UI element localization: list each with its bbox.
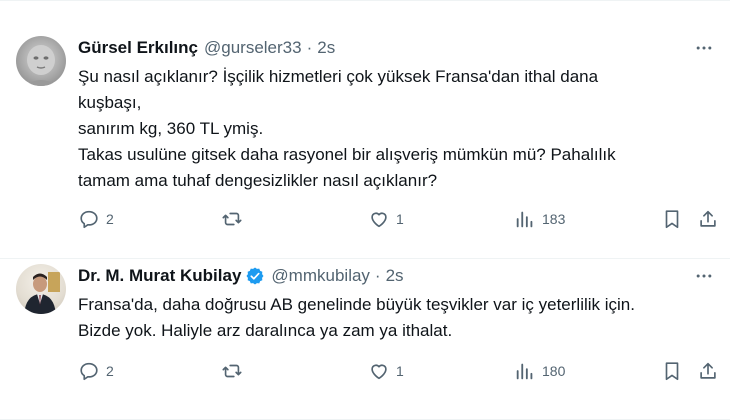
reply-button[interactable]: 2 bbox=[78, 208, 114, 230]
action-bar: 2 1 183 bbox=[0, 208, 730, 232]
retweet-button[interactable] bbox=[221, 208, 249, 230]
tweet-line: kuşbaşı, bbox=[78, 93, 142, 112]
tweet-line: Bizde yok. Haliyle arz daralınca ya zam … bbox=[78, 321, 453, 340]
display-name[interactable]: Gürsel Erkılınç bbox=[78, 38, 198, 58]
share-button[interactable] bbox=[697, 208, 719, 230]
user-handle[interactable]: @gurseler33 bbox=[204, 38, 302, 58]
separator-dot: · bbox=[374, 266, 381, 285]
like-button[interactable]: 1 bbox=[368, 360, 404, 382]
bookmark-icon bbox=[665, 362, 679, 381]
tweet-1[interactable]: Gürsel Erkılınç @gurseler33 · 2s Şu nası… bbox=[0, 0, 730, 258]
more-icon[interactable] bbox=[692, 264, 716, 288]
display-name[interactable]: Dr. M. Murat Kubilay bbox=[78, 266, 241, 286]
reply-button[interactable]: 2 bbox=[78, 360, 114, 382]
reply-icon bbox=[80, 362, 98, 381]
user-handle[interactable]: @mmkubilay bbox=[271, 266, 370, 286]
timestamp[interactable]: 2s bbox=[317, 38, 335, 58]
share-icon bbox=[700, 362, 716, 379]
tweet-text: Şu nasıl açıklanır? İşçilik hizmetleri ç… bbox=[78, 64, 708, 194]
tweet-header: Dr. M. Murat Kubilay @mmkubilay · 2s bbox=[78, 264, 404, 288]
view-count: 183 bbox=[542, 211, 566, 227]
heart-icon bbox=[371, 364, 387, 380]
retweet-button[interactable] bbox=[221, 360, 249, 382]
tweet-line: Fransa'da, daha doğrusu AB genelinde büy… bbox=[78, 295, 635, 314]
like-count: 1 bbox=[396, 363, 404, 379]
more-icon[interactable] bbox=[692, 36, 716, 60]
reply-icon bbox=[80, 210, 98, 229]
view-count: 180 bbox=[542, 363, 566, 379]
avatar[interactable] bbox=[16, 36, 66, 86]
reply-count: 2 bbox=[106, 363, 114, 379]
share-icon bbox=[700, 210, 716, 227]
reply-count: 2 bbox=[106, 211, 114, 227]
views-icon bbox=[516, 211, 533, 228]
separator-dot: · bbox=[306, 38, 313, 57]
views-icon bbox=[516, 363, 533, 380]
bookmark-button[interactable] bbox=[661, 360, 683, 382]
share-button[interactable] bbox=[697, 360, 719, 382]
retweet-icon bbox=[222, 364, 242, 378]
tweet-text: Fransa'da, daha doğrusu AB genelinde büy… bbox=[78, 292, 708, 344]
tweet-header: Gürsel Erkılınç @gurseler33 · 2s bbox=[78, 36, 335, 60]
views-button[interactable]: 183 bbox=[514, 208, 565, 230]
bookmark-button[interactable] bbox=[661, 208, 683, 230]
tweet-line: sanırım kg, 360 TL ymiş. bbox=[78, 119, 264, 138]
like-button[interactable]: 1 bbox=[368, 208, 404, 230]
tweet-line: Şu nasıl açıklanır? İşçilik hizmetleri ç… bbox=[78, 67, 599, 86]
views-button[interactable]: 180 bbox=[514, 360, 565, 382]
heart-icon bbox=[371, 212, 387, 228]
timestamp[interactable]: 2s bbox=[386, 266, 404, 286]
retweet-icon bbox=[222, 212, 242, 226]
avatar[interactable] bbox=[16, 264, 66, 314]
bookmark-icon bbox=[665, 210, 679, 229]
like-count: 1 bbox=[396, 211, 404, 227]
verified-badge-icon bbox=[246, 267, 264, 285]
action-bar: 2 1 180 bbox=[0, 360, 730, 384]
tweet-line: Takas usulüne gitsek daha rasyonel bir a… bbox=[78, 145, 616, 164]
tweet-2[interactable]: Dr. M. Murat Kubilay @mmkubilay · 2s Fra… bbox=[0, 258, 730, 420]
tweet-line: tamam ama tuhaf dengesizlikler nasıl açı… bbox=[78, 171, 438, 190]
